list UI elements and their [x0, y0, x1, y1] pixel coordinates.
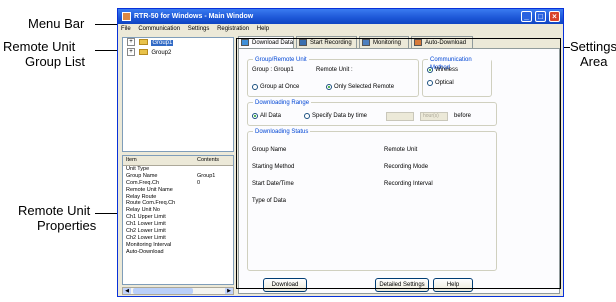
- menu-registration[interactable]: Registration: [217, 26, 249, 32]
- close-button[interactable]: ×: [549, 11, 560, 22]
- property-row[interactable]: Ch2 Lower Limit: [123, 228, 233, 235]
- property-value: Group1: [197, 172, 216, 179]
- property-row[interactable]: Route Com.Freq.Ch: [123, 200, 233, 207]
- callout-properties-line1: Remote Unit: [18, 203, 91, 218]
- property-row[interactable]: Com.Freq.Ch 0: [123, 180, 233, 187]
- property-row[interactable]: Unit Type: [123, 166, 233, 173]
- properties-rows: Unit Type Group Name Group1 Com.Freq.Ch 0 Rem…: [123, 166, 233, 256]
- tree-item-label: Group2: [151, 50, 172, 56]
- property-name: Com.Freq.Ch: [126, 179, 160, 186]
- app-icon: [122, 12, 131, 21]
- property-value: 0: [197, 179, 201, 186]
- column-item[interactable]: Item: [126, 156, 137, 165]
- maximize-button[interactable]: □: [535, 11, 546, 22]
- property-row[interactable]: Remote Unit Name: [123, 187, 233, 194]
- callout-settings-line2: Area: [580, 54, 608, 69]
- property-row[interactable]: Ch1 Upper Limit: [123, 214, 233, 221]
- scroll-right-icon[interactable]: ▶: [225, 288, 233, 294]
- menu-file[interactable]: File: [121, 26, 131, 32]
- property-name: Group Name: [126, 172, 158, 179]
- property-row[interactable]: Ch1 Lower Limit: [123, 221, 233, 228]
- menu-help[interactable]: Help: [257, 26, 269, 32]
- minimize-button[interactable]: _: [521, 11, 532, 22]
- property-row[interactable]: Relay Route: [123, 194, 233, 201]
- settings-area-outline: [236, 38, 561, 289]
- property-name: Remote Unit Name: [126, 186, 173, 193]
- properties-header: Item Contents: [123, 156, 233, 166]
- property-name: Monitoring Interval: [126, 241, 172, 248]
- folder-icon: [138, 49, 148, 56]
- title-bar: RTR-50 for Windows - Main Window _ □ ×: [118, 9, 563, 24]
- property-name: Unit Type: [126, 166, 150, 172]
- property-row[interactable]: Auto-Download: [123, 249, 233, 256]
- column-contents[interactable]: Contents: [197, 156, 219, 165]
- callout-group-list-line2: Group List: [25, 54, 85, 69]
- expand-icon[interactable]: +: [127, 38, 135, 47]
- property-name: Auto-Download: [126, 248, 164, 255]
- menu-bar: File Communication Settings Registration…: [118, 24, 563, 34]
- callout-line-group-list: [95, 50, 119, 51]
- property-row[interactable]: Ch2 Lower Limit: [123, 235, 233, 242]
- callout-menu-bar: Menu Bar: [28, 16, 85, 31]
- group-tree: + Group1 + Group2: [122, 37, 234, 152]
- scroll-thumb[interactable]: [133, 288, 193, 294]
- callout-group-list-line1: Remote Unit: [3, 39, 76, 54]
- property-name: Ch2 Lower Limit: [126, 234, 166, 241]
- tree-item-label: Group1: [151, 40, 174, 46]
- callout-line-menu-bar: [95, 24, 119, 25]
- tree-item-group1[interactable]: + Group1: [123, 38, 233, 48]
- scroll-left-icon[interactable]: ◀: [123, 288, 131, 294]
- property-name: Relay Unit No: [126, 207, 160, 214]
- property-row[interactable]: Relay Unit No: [123, 207, 233, 214]
- folder-icon: [138, 39, 148, 46]
- window-title: RTR-50 for Windows - Main Window: [134, 13, 254, 20]
- expand-icon[interactable]: +: [127, 48, 135, 57]
- callout-line-properties: [95, 213, 119, 214]
- property-row[interactable]: Group Name Group1: [123, 173, 233, 180]
- property-row[interactable]: Monitoring Interval: [123, 242, 233, 249]
- property-name: Relay Route: [126, 193, 157, 200]
- callout-properties-line2: Properties: [37, 218, 97, 233]
- property-name: Route Com.Freq.Ch: [126, 200, 176, 207]
- property-name: Ch1 Lower Limit: [126, 221, 166, 228]
- properties-list: Item Contents Unit Type Group Name Group1 C…: [122, 155, 234, 285]
- property-name: Ch1 Upper Limit: [126, 214, 166, 221]
- horizontal-scrollbar[interactable]: ◀ ▶: [122, 287, 234, 295]
- menu-communication[interactable]: Communication: [138, 26, 180, 32]
- tree-item-group2[interactable]: + Group2: [123, 48, 233, 58]
- callout-settings-line1: Settings: [570, 39, 616, 54]
- menu-settings[interactable]: Settings: [188, 26, 210, 32]
- property-name: Ch2 Lower Limit: [126, 228, 166, 235]
